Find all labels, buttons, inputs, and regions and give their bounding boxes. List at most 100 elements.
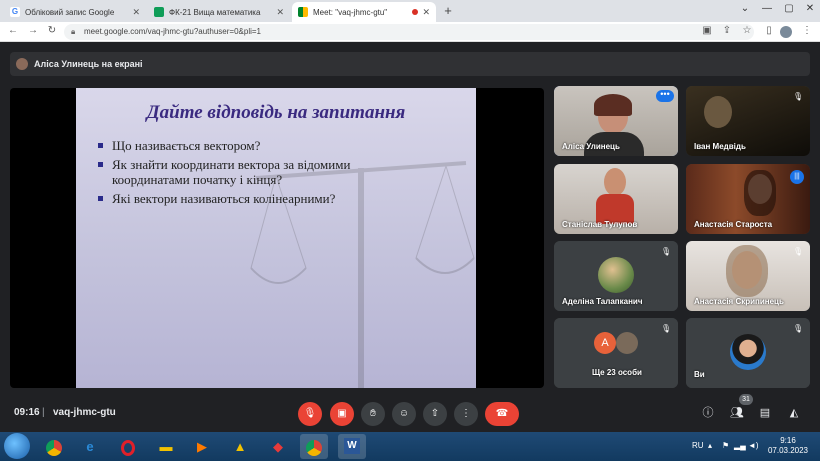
slide-bullet: Як знайти координати вектора за відомими… — [98, 157, 383, 187]
leave-call-button[interactable]: ☎︎ — [485, 402, 519, 426]
meet-icon — [298, 7, 308, 17]
tab-label: Meet: "vaq-jhmc-gtu" — [313, 7, 388, 17]
mic-off-icon: 🎙︎ — [793, 247, 804, 256]
language-indicator[interactable]: RU — [692, 441, 704, 450]
separator: | — [42, 407, 45, 418]
tab-search-icon[interactable]: ⌄ — [734, 3, 756, 14]
participant-name: Аліса Улинець — [562, 142, 620, 151]
app-taskbar-icon[interactable]: ◆ — [264, 434, 292, 459]
recording-dot-icon — [412, 9, 418, 15]
classroom-icon — [154, 7, 164, 17]
maximize-button[interactable]: ▢ — [778, 3, 800, 14]
windows-taskbar: e ▬ ▶ ▲ ◆ W RU ▴ ⚑ ▂▄ ◄) 9:16 07.03.2023 — [0, 432, 820, 461]
raise-hand-button[interactable]: ✋︎ — [361, 402, 385, 426]
close-window-button[interactable]: ✕ — [799, 3, 820, 14]
participant-tile-more[interactable]: A 🎙︎ Ще 23 особи — [554, 318, 678, 388]
meeting-code: vaq-jhmc-gtu — [53, 407, 116, 418]
new-tab-button[interactable]: + — [440, 3, 456, 19]
participant-tile[interactable]: Станіслав Тулупов — [554, 164, 678, 234]
share-icon[interactable]: ⇪ — [720, 25, 734, 36]
url-text: meet.google.com/vaq-jhmc-gtu?authuser=0&… — [84, 27, 261, 36]
tab-classroom[interactable]: ФК-21 Вища математика ✕ — [148, 2, 290, 22]
flag-icon[interactable]: ⚑ — [722, 441, 729, 450]
present-screen-button[interactable]: ⇧ — [423, 402, 447, 426]
meeting-details-icon[interactable]: ⓘ — [700, 405, 716, 421]
participant-tile[interactable]: 🎙︎ Іван Медвідь — [686, 86, 810, 156]
volume-icon[interactable]: ◄) — [748, 441, 759, 450]
start-button[interactable] — [4, 433, 30, 459]
slide-bullet: Які вектори називаються колінеарними? — [98, 191, 468, 206]
avatar — [598, 257, 634, 293]
participant-name: Станіслав Тулупов — [562, 220, 638, 229]
meeting-controls-bar: 09:16 | vaq-jhmc-gtu 🎙︎ ▣ ✋︎ ☺ ⇧ ⋮ ☎︎ ⓘ … — [0, 398, 820, 430]
ie-taskbar-icon[interactable]: e — [76, 434, 104, 459]
browser-tab-strip: G Обліковий запис Google ✕ ФК-21 Вища ма… — [0, 0, 820, 22]
participant-tile[interactable]: ||| Анастасія Староста — [686, 164, 810, 234]
participant-name: Анастасія Скрипинець — [694, 297, 784, 306]
profile-avatar[interactable] — [780, 26, 792, 38]
folder-taskbar-icon[interactable]: ▬ — [152, 434, 180, 459]
back-icon[interactable]: ← — [6, 25, 20, 36]
tray-arrow-icon[interactable]: ▴ — [708, 441, 712, 450]
participant-name: Ще 23 особи — [592, 368, 642, 377]
word-taskbar-icon[interactable]: W — [338, 434, 366, 459]
participant-name: Аделіна Талапканич — [562, 297, 643, 306]
speaking-indicator-icon: ||| — [790, 170, 804, 184]
taskbar-clock[interactable]: 9:16 07.03.2023 — [760, 436, 816, 456]
participant-name: Іван Медвідь — [694, 142, 746, 151]
mic-off-icon: 🎙︎ — [661, 324, 672, 333]
people-icon[interactable]: 👥︎ — [729, 405, 745, 421]
shared-screen: Дайте відповідь на запитання Що називаєт… — [10, 88, 544, 388]
google-icon: G — [10, 7, 20, 17]
participant-video: A — [554, 318, 678, 388]
menu-icon[interactable]: ⋮ — [800, 25, 814, 36]
more-options-button[interactable]: ⋮ — [454, 402, 478, 426]
camera-permission-icon[interactable]: ▣ — [700, 25, 714, 36]
tab-meet[interactable]: Meet: "vaq-jhmc-gtu" ✕ — [292, 2, 436, 22]
slide-bullet: Що називається вектором? — [98, 138, 468, 153]
reload-icon[interactable]: ↻ — [45, 25, 59, 36]
activities-icon[interactable]: ◭ — [786, 405, 802, 421]
network-icon[interactable]: ▂▄ — [734, 441, 746, 450]
slide-title: Дайте відповідь на запитання — [146, 102, 406, 123]
star-icon[interactable]: ☆ — [740, 25, 754, 36]
presenter-label: Аліса Улинець на екрані — [34, 59, 143, 69]
tab-label: ФК-21 Вища математика — [169, 7, 261, 17]
participant-tile[interactable]: ••• Аліса Улинець — [554, 86, 678, 156]
presentation-slide: Дайте відповідь на запитання Що називаєт… — [76, 88, 476, 388]
avatar — [730, 334, 766, 370]
taskbar-date: 07.03.2023 — [767, 446, 809, 455]
chat-icon[interactable]: ▤ — [757, 405, 773, 421]
close-icon[interactable]: ✕ — [422, 7, 430, 18]
reactions-button[interactable]: ☺ — [392, 402, 416, 426]
close-icon[interactable]: ✕ — [132, 7, 140, 18]
lock-icon: 🔒︎ — [71, 27, 76, 36]
participant-tile[interactable]: 🎙︎ Аделіна Талапканич — [554, 241, 678, 311]
sidebar-icon[interactable]: ▯ — [762, 25, 776, 36]
slide-bullets: Що називається вектором? Як знайти коорд… — [98, 138, 468, 210]
avatar: A — [594, 332, 616, 354]
media-taskbar-icon[interactable]: ▶ — [188, 434, 216, 459]
meeting-clock: 09:16 — [14, 407, 40, 418]
participant-name: Анастасія Староста — [694, 220, 773, 229]
triangle-app-taskbar-icon[interactable]: ▲ — [226, 434, 254, 459]
tab-google-account[interactable]: G Обліковий запис Google ✕ — [4, 2, 146, 22]
chrome-taskbar-icon[interactable] — [40, 434, 68, 459]
participant-tile-self[interactable]: 🎙︎ Ви — [686, 318, 810, 388]
participant-tile[interactable]: 🎙︎ Анастасія Скрипинець — [686, 241, 810, 311]
mic-off-icon: 🎙︎ — [793, 92, 804, 101]
mic-toggle-button[interactable]: 🎙︎ — [298, 402, 322, 426]
camera-toggle-button[interactable]: ▣ — [330, 402, 354, 426]
close-icon[interactable]: ✕ — [276, 7, 284, 18]
participant-count-badge: 31 — [739, 394, 753, 405]
chrome-open-taskbar-icon[interactable] — [300, 434, 328, 459]
presenter-banner: Аліса Улинець на екрані — [10, 52, 810, 76]
minimize-button[interactable]: — — [756, 3, 778, 14]
forward-icon[interactable]: → — [26, 25, 40, 36]
url-field[interactable]: 🔒︎ meet.google.com/vaq-jhmc-gtu?authuser… — [64, 24, 754, 40]
tab-label: Обліковий запис Google — [25, 7, 115, 17]
mic-off-icon: 🎙︎ — [793, 324, 804, 333]
mic-off-icon: 🎙︎ — [661, 247, 672, 256]
more-options-button[interactable]: ••• — [656, 90, 674, 102]
opera-taskbar-icon[interactable] — [114, 434, 142, 459]
